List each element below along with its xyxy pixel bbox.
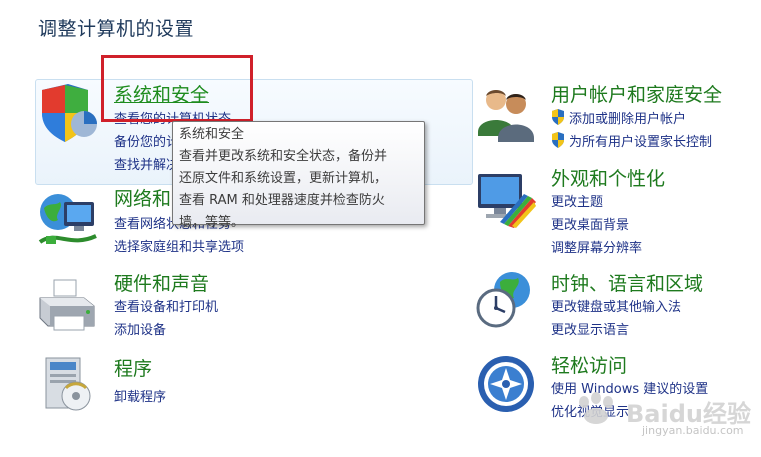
uac-shield-icon <box>552 132 564 148</box>
monitor-palette-icon[interactable] <box>474 168 538 232</box>
link-label[interactable]: 添加或删除用户帐户 <box>569 112 686 127</box>
baidu-watermark: Baidu经验 jingyan.baidu.com <box>568 388 754 446</box>
tooltip-title: 系统和安全 <box>179 127 245 142</box>
category-title-ease-of-access[interactable]: 轻松访问 <box>551 351 627 378</box>
clock-globe-icon[interactable] <box>474 268 538 332</box>
link-homegroup-sharing[interactable]: 选择家庭组和共享选项 <box>114 236 244 255</box>
tooltip: 系统和安全 查看并更改系统和安全状态，备份并 还原文件和系统设置，更新计算机， … <box>172 121 425 230</box>
link-devices-printers[interactable]: 查看设备和打印机 <box>114 296 218 315</box>
link-change-display-language[interactable]: 更改显示语言 <box>551 319 629 338</box>
link-change-background[interactable]: 更改桌面背景 <box>551 214 629 233</box>
page-title: 调整计算机的设置 <box>38 18 195 40</box>
link-change-input-method[interactable]: 更改键盘或其他输入法 <box>551 296 681 315</box>
tooltip-line: 墙，等等。 <box>179 215 245 230</box>
link-label[interactable]: 为所有用户设置家长控制 <box>569 135 712 150</box>
tooltip-line: 查看 RAM 和处理器速度并检查防火 <box>179 193 385 208</box>
category-title-clock-language-region[interactable]: 时钟、语言和区域 <box>551 269 703 296</box>
accessibility-icon[interactable] <box>474 352 538 416</box>
link-change-theme[interactable]: 更改主题 <box>551 191 603 210</box>
link-parental-controls[interactable]: 为所有用户设置家长控制 <box>551 131 712 150</box>
shield-flag-icon[interactable] <box>36 82 100 146</box>
link-uninstall-program[interactable]: 卸载程序 <box>114 386 166 405</box>
network-globe-icon[interactable] <box>36 190 100 254</box>
programs-icon[interactable] <box>36 352 100 416</box>
category-title-user-accounts[interactable]: 用户帐户和家庭安全 <box>551 80 722 107</box>
link-add-remove-accounts[interactable]: 添加或删除用户帐户 <box>551 108 686 127</box>
tooltip-line: 还原文件和系统设置，更新计算机， <box>179 171 388 186</box>
link-screen-resolution[interactable]: 调整屏幕分辨率 <box>551 237 642 256</box>
users-icon[interactable] <box>474 82 538 146</box>
printer-icon[interactable] <box>36 276 100 340</box>
link-add-device[interactable]: 添加设备 <box>114 319 166 338</box>
category-title-appearance[interactable]: 外观和个性化 <box>551 164 665 191</box>
highlight-annotation <box>101 55 253 122</box>
uac-shield-icon <box>552 109 564 125</box>
category-title-programs[interactable]: 程序 <box>114 354 152 381</box>
baidu-paw-icon <box>579 392 613 424</box>
watermark-url: jingyan.baidu.com <box>642 424 744 437</box>
category-title-hardware-sound[interactable]: 硬件和声音 <box>114 269 209 296</box>
tooltip-line: 查看并更改系统和安全状态，备份并 <box>179 149 388 164</box>
